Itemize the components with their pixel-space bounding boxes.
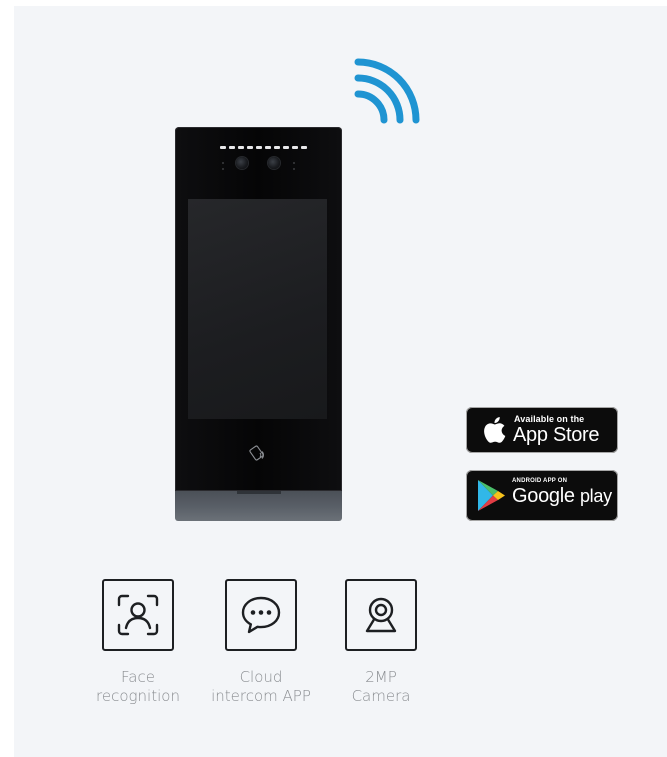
ir-led-row xyxy=(220,146,307,149)
feature-icon-box xyxy=(102,579,174,651)
app-store-small-text: Available on the xyxy=(514,414,585,424)
feature-icon-box xyxy=(345,579,417,651)
google-play-icon xyxy=(478,480,505,511)
nfc-icon xyxy=(249,445,264,461)
base-notch xyxy=(237,491,281,494)
feature-label: 2MP Camera xyxy=(351,668,411,705)
play-word: play xyxy=(579,486,612,506)
feature-cloud-intercom: Cloud intercom APP xyxy=(201,579,321,706)
device-screen xyxy=(188,199,327,419)
camera-lens-left xyxy=(236,157,248,169)
camera-lens-right xyxy=(268,157,280,169)
device-base xyxy=(175,491,342,521)
feature-label: Face recognition xyxy=(96,668,180,705)
google-word: Google xyxy=(512,485,575,507)
camera-icon xyxy=(365,597,397,633)
google-play-badge[interactable]: ANDROID APP ON Google play xyxy=(466,470,618,521)
google-play-small-text: ANDROID APP ON xyxy=(512,478,568,484)
door-intercom-device xyxy=(175,127,342,521)
sensor-dot xyxy=(222,162,224,164)
google-play-title: Google play xyxy=(512,485,612,508)
feature-face-recognition: Face recognition xyxy=(78,579,198,706)
feature-label: Cloud intercom APP xyxy=(211,668,311,705)
sensor-dot xyxy=(293,162,295,164)
app-store-title: App Store xyxy=(513,424,600,446)
device-front-panel xyxy=(175,127,342,491)
apple-logo-icon xyxy=(484,417,506,443)
feature-icon-box xyxy=(225,579,297,651)
chat-bubble-icon xyxy=(241,596,281,634)
feature-2mp-camera: 2MP Camera xyxy=(321,579,441,706)
face-recognition-icon xyxy=(117,594,159,636)
sensor-dot xyxy=(222,168,224,170)
sensor-dot xyxy=(293,168,295,170)
app-store-badge[interactable]: Available on the App Store xyxy=(466,407,618,453)
wifi-icon xyxy=(354,58,420,124)
